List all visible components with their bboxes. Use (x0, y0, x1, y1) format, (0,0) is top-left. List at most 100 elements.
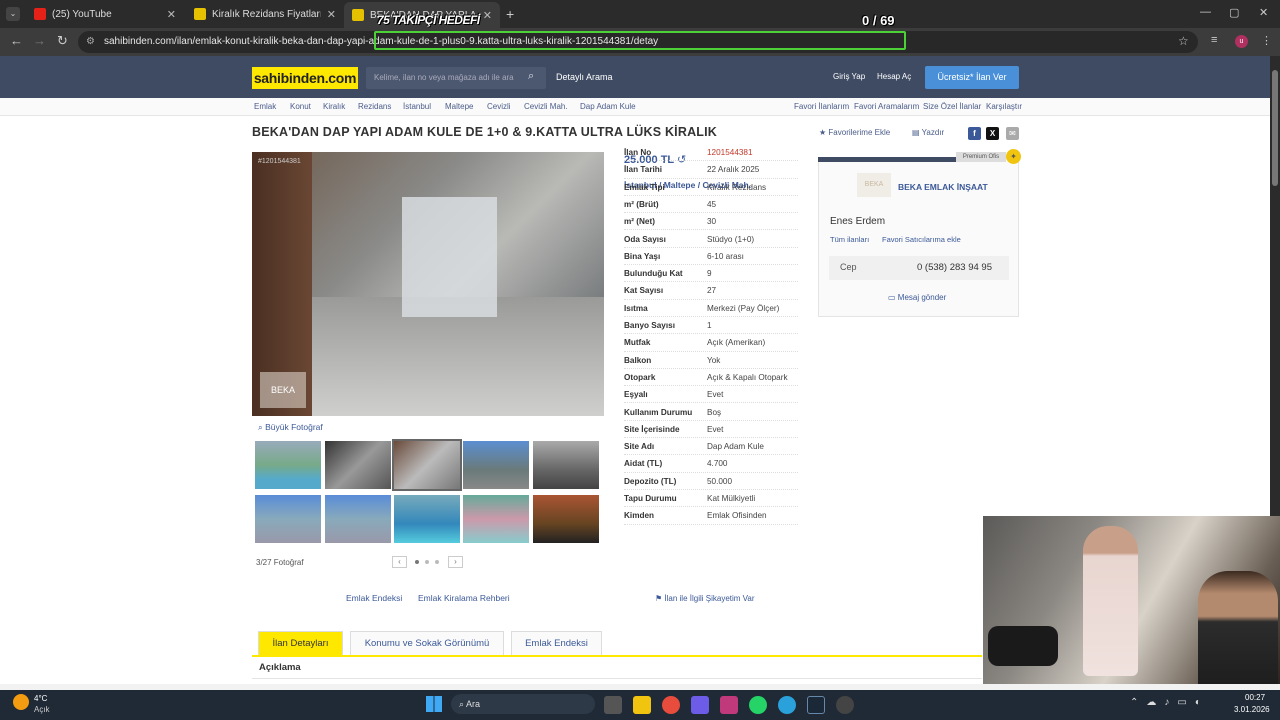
breadcrumb-item[interactable]: Kiralık (323, 102, 345, 111)
file-explorer-icon[interactable] (633, 696, 651, 714)
x-icon[interactable]: X (986, 127, 999, 140)
telegram-icon[interactable] (778, 696, 796, 714)
detail-key: Site Adı (624, 442, 655, 452)
overlay-title: 75 TAKİPÇİ HEDEFİ (377, 13, 480, 27)
tab-search-button[interactable]: ⌄ (6, 7, 20, 21)
photo-thumbnail[interactable] (255, 441, 321, 489)
favorite-button[interactable]: ★ Favorilerime Ekle (819, 128, 890, 137)
profile-avatar[interactable]: u (1235, 35, 1248, 48)
photo-thumbnail[interactable] (533, 441, 599, 489)
breadcrumb-item[interactable]: Maltepe (445, 102, 473, 111)
task-view-icon[interactable] (604, 696, 622, 714)
tab-emlak-index[interactable]: Emlak Endeksi (511, 631, 602, 655)
phone-number[interactable]: 0 (538) 283 94 95 (917, 262, 992, 273)
main-photo[interactable]: #1201544381 BEKA (252, 152, 604, 416)
send-message-link[interactable]: ▭ Mesaj gönder (888, 293, 946, 302)
site-logo[interactable]: sahibinden.com (252, 67, 358, 89)
tab-kiralik[interactable]: Kiralık Rezidans Fiyatları sahibin ✕ (186, 3, 344, 25)
window-close-icon[interactable]: ✕ (1259, 6, 1268, 19)
chrome-icon[interactable] (662, 696, 680, 714)
detail-value: Açık (Amerikan) (707, 338, 766, 348)
detail-row: Balkon Yok (624, 352, 798, 369)
compare-link[interactable]: Karşılaştır (986, 102, 1022, 111)
detail-key: Tapu Durumu (624, 494, 677, 503)
tab-listing-details[interactable]: İlan Detayları (258, 631, 343, 655)
breadcrumb-item[interactable]: İstanbul (403, 102, 431, 111)
post-ad-button[interactable]: Ücretsiz* İlan Ver (925, 66, 1019, 89)
facebook-icon[interactable]: f (968, 127, 981, 140)
app-icon[interactable] (691, 696, 709, 714)
taskbar-search[interactable]: ⌕ Ara (451, 694, 595, 714)
breadcrumb-item[interactable]: Cevizli Mah. (524, 102, 568, 111)
photo-thumbnail[interactable] (463, 495, 529, 543)
search-input[interactable]: Kelime, ilan no veya mağaza adı ile ara (366, 67, 546, 89)
detail-row: Mutfak Açık (Amerikan) (624, 334, 798, 352)
phone-box: Cep 0 (538) 283 94 95 (829, 256, 1009, 280)
favorite-ads-link[interactable]: Favori İlanlarım (794, 102, 849, 111)
clock-time: 00:27 (1245, 693, 1266, 702)
big-photo-link[interactable]: ⌕ Büyük Fotoğraf (258, 422, 323, 433)
email-icon[interactable]: ✉ (1006, 127, 1019, 140)
bookmark-star-icon[interactable]: ☆ (1178, 34, 1189, 48)
windows-start-icon[interactable] (426, 696, 442, 712)
login-link[interactable]: Giriş Yap (833, 72, 865, 81)
favorite-seller-link[interactable]: Favori Satıcılarıma ekle (882, 235, 961, 244)
rental-guide-link[interactable]: Emlak Kiralama Rehberi (418, 593, 510, 603)
photo-thumbnail[interactable] (463, 441, 529, 489)
whatsapp-icon[interactable] (749, 696, 767, 714)
menu-icon[interactable]: ⋮ (1261, 34, 1272, 47)
detail-row: Isıtma Merkezi (Pay Ölçer) (624, 300, 798, 317)
tray-icons[interactable]: ⌃☁♪▭◐ (1130, 697, 1209, 708)
weather-desc: Açık (34, 705, 50, 714)
scrollbar-thumb[interactable] (1272, 70, 1278, 186)
print-button[interactable]: ▤ Yazdır (912, 128, 944, 137)
all-ads-link[interactable]: Tüm ilanları (830, 235, 869, 244)
site-info-icon[interactable]: ⚙ (86, 31, 95, 53)
search-icon: ⌕ (459, 699, 467, 709)
breadcrumb-item[interactable]: Dap Adam Kule (580, 102, 636, 111)
reload-icon[interactable]: ↻ (57, 33, 68, 49)
agency-logo[interactable]: BEKA (857, 173, 891, 197)
back-icon[interactable]: ← (10, 33, 23, 48)
special-ads-link[interactable]: Size Özel İlanlar (923, 102, 981, 111)
new-tab-button[interactable]: + (506, 6, 514, 22)
detail-value: Merkezi (Pay Ölçer) (707, 303, 780, 313)
search-icon[interactable]: ⌕ (528, 70, 534, 83)
photo-thumbnail[interactable] (394, 495, 460, 543)
breadcrumb-item[interactable]: Konut (290, 102, 311, 111)
breadcrumb-item[interactable]: Cevizli (487, 102, 511, 111)
photo-thumbnail[interactable] (325, 495, 391, 543)
detail-row: Tapu Durumu Kat Mülkiyetli (624, 490, 798, 508)
photo-thumbnail[interactable] (533, 495, 599, 543)
media-icon[interactable]: ≡ (1211, 34, 1217, 46)
breadcrumb-item[interactable]: Emlak (254, 102, 276, 111)
agency-name[interactable]: BEKA EMLAK İNŞAAT (898, 182, 988, 192)
instagram-icon[interactable] (720, 696, 738, 714)
emlak-endeksi-link[interactable]: Emlak Endeksi (346, 593, 402, 603)
window-minimize-icon[interactable]: — (1200, 6, 1211, 18)
watermark-logo: BEKA (260, 372, 306, 408)
photo-thumbnail[interactable] (255, 495, 321, 543)
detail-value: Emlak Ofisinden (707, 511, 767, 521)
complaint-link[interactable]: ⚑ İlan ile İlgili Şikayetim Var (655, 594, 755, 603)
forward-icon[interactable]: → (33, 33, 46, 48)
prev-photo-button[interactable]: ‹ (392, 556, 407, 568)
tab-youtube[interactable]: (25) YouTube ✕ (26, 3, 184, 25)
photo-thumbnail[interactable] (325, 441, 391, 489)
window-maximize-icon[interactable]: ▢ (1229, 6, 1239, 19)
detail-value[interactable]: 1201544381 (707, 144, 753, 161)
close-icon[interactable]: ✕ (327, 8, 336, 21)
photo-thumbnail[interactable] (392, 439, 462, 491)
weather-icon[interactable] (13, 694, 29, 710)
favorite-searches-link[interactable]: Favori Aramalarım (854, 102, 919, 111)
next-photo-button[interactable]: › (448, 556, 463, 568)
breadcrumb-item[interactable]: Rezidans (358, 102, 391, 111)
register-link[interactable]: Hesap Aç (877, 72, 911, 81)
steam-icon[interactable] (807, 696, 825, 714)
app-icon[interactable] (836, 696, 854, 714)
agent-name: Enes Erdem (830, 216, 886, 227)
tab-location[interactable]: Konumu ve Sokak Görünümü (350, 631, 504, 655)
advanced-search-link[interactable]: Detaylı Arama (556, 72, 613, 82)
close-icon[interactable]: ✕ (483, 9, 492, 22)
close-icon[interactable]: ✕ (167, 8, 176, 21)
